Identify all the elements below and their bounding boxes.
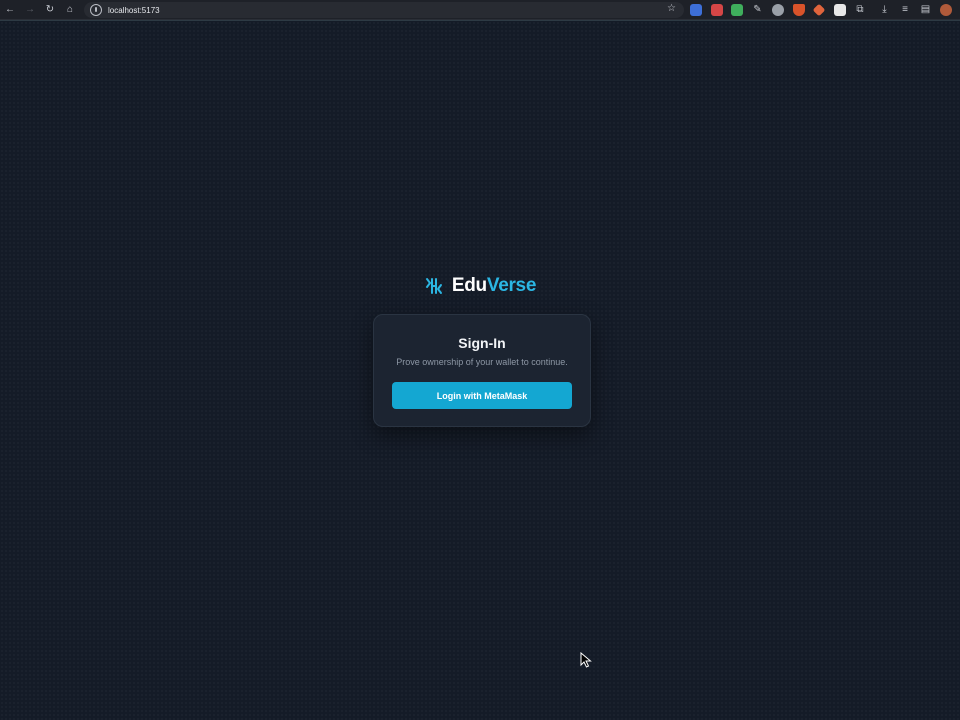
brand-name-verse: Verse <box>486 275 537 296</box>
diamond-extension-icon[interactable] <box>812 3 826 17</box>
star-icon[interactable]: ☆ <box>667 3 676 14</box>
signin-card: Sign-In Prove ownership of your wallet t… <box>373 314 591 427</box>
download-icon[interactable]: ⤓ <box>879 4 891 16</box>
brand-name-edu: Edu <box>451 275 487 296</box>
reading-list-icon[interactable]: ≡ <box>899 4 911 16</box>
maple-extension-icon[interactable] <box>792 4 805 16</box>
gray-shield-extension-icon[interactable] <box>772 4 784 16</box>
signin-subtitle: Prove ownership of your wallet to contin… <box>396 357 568 367</box>
red-extension-icon[interactable] <box>710 4 723 16</box>
browser-toolbar: ← → ↻ ⌂ localhost:5173 ☆ ✎ ⧉ ⤓ ≡ ▤ ⋮ <box>0 0 960 20</box>
address-url[interactable]: localhost:5173 <box>108 6 160 15</box>
media-icon[interactable]: ▤ <box>920 4 932 16</box>
signin-title: Sign-In <box>458 335 506 351</box>
brand-logo: EduVerse <box>0 275 960 297</box>
shield-extension-icon[interactable] <box>731 4 743 16</box>
forward-button[interactable]: → <box>20 0 40 20</box>
metamask-login-button[interactable]: Login with MetaMask <box>392 382 572 409</box>
mouse-cursor-icon <box>580 652 592 668</box>
back-button[interactable]: ← <box>0 0 20 20</box>
reload-button[interactable]: ↻ <box>40 0 60 20</box>
puzzle-extension-icon[interactable]: ⧉ <box>854 4 866 16</box>
brand-name: EduVerse <box>451 275 537 297</box>
eduverse-logo-icon <box>425 278 442 294</box>
home-button[interactable]: ⌂ <box>60 0 80 20</box>
info-extension-icon[interactable] <box>833 4 846 16</box>
site-info-icon[interactable] <box>90 4 102 16</box>
translate-extension-icon[interactable] <box>690 4 702 16</box>
address-bar[interactable]: localhost:5173 ☆ <box>84 2 684 18</box>
profile-avatar[interactable] <box>940 4 952 16</box>
black-extension-icon[interactable]: ✎ <box>752 4 764 16</box>
extensions-bar: ✎ ⧉ ⤓ ≡ ▤ ⋮ <box>690 2 960 18</box>
